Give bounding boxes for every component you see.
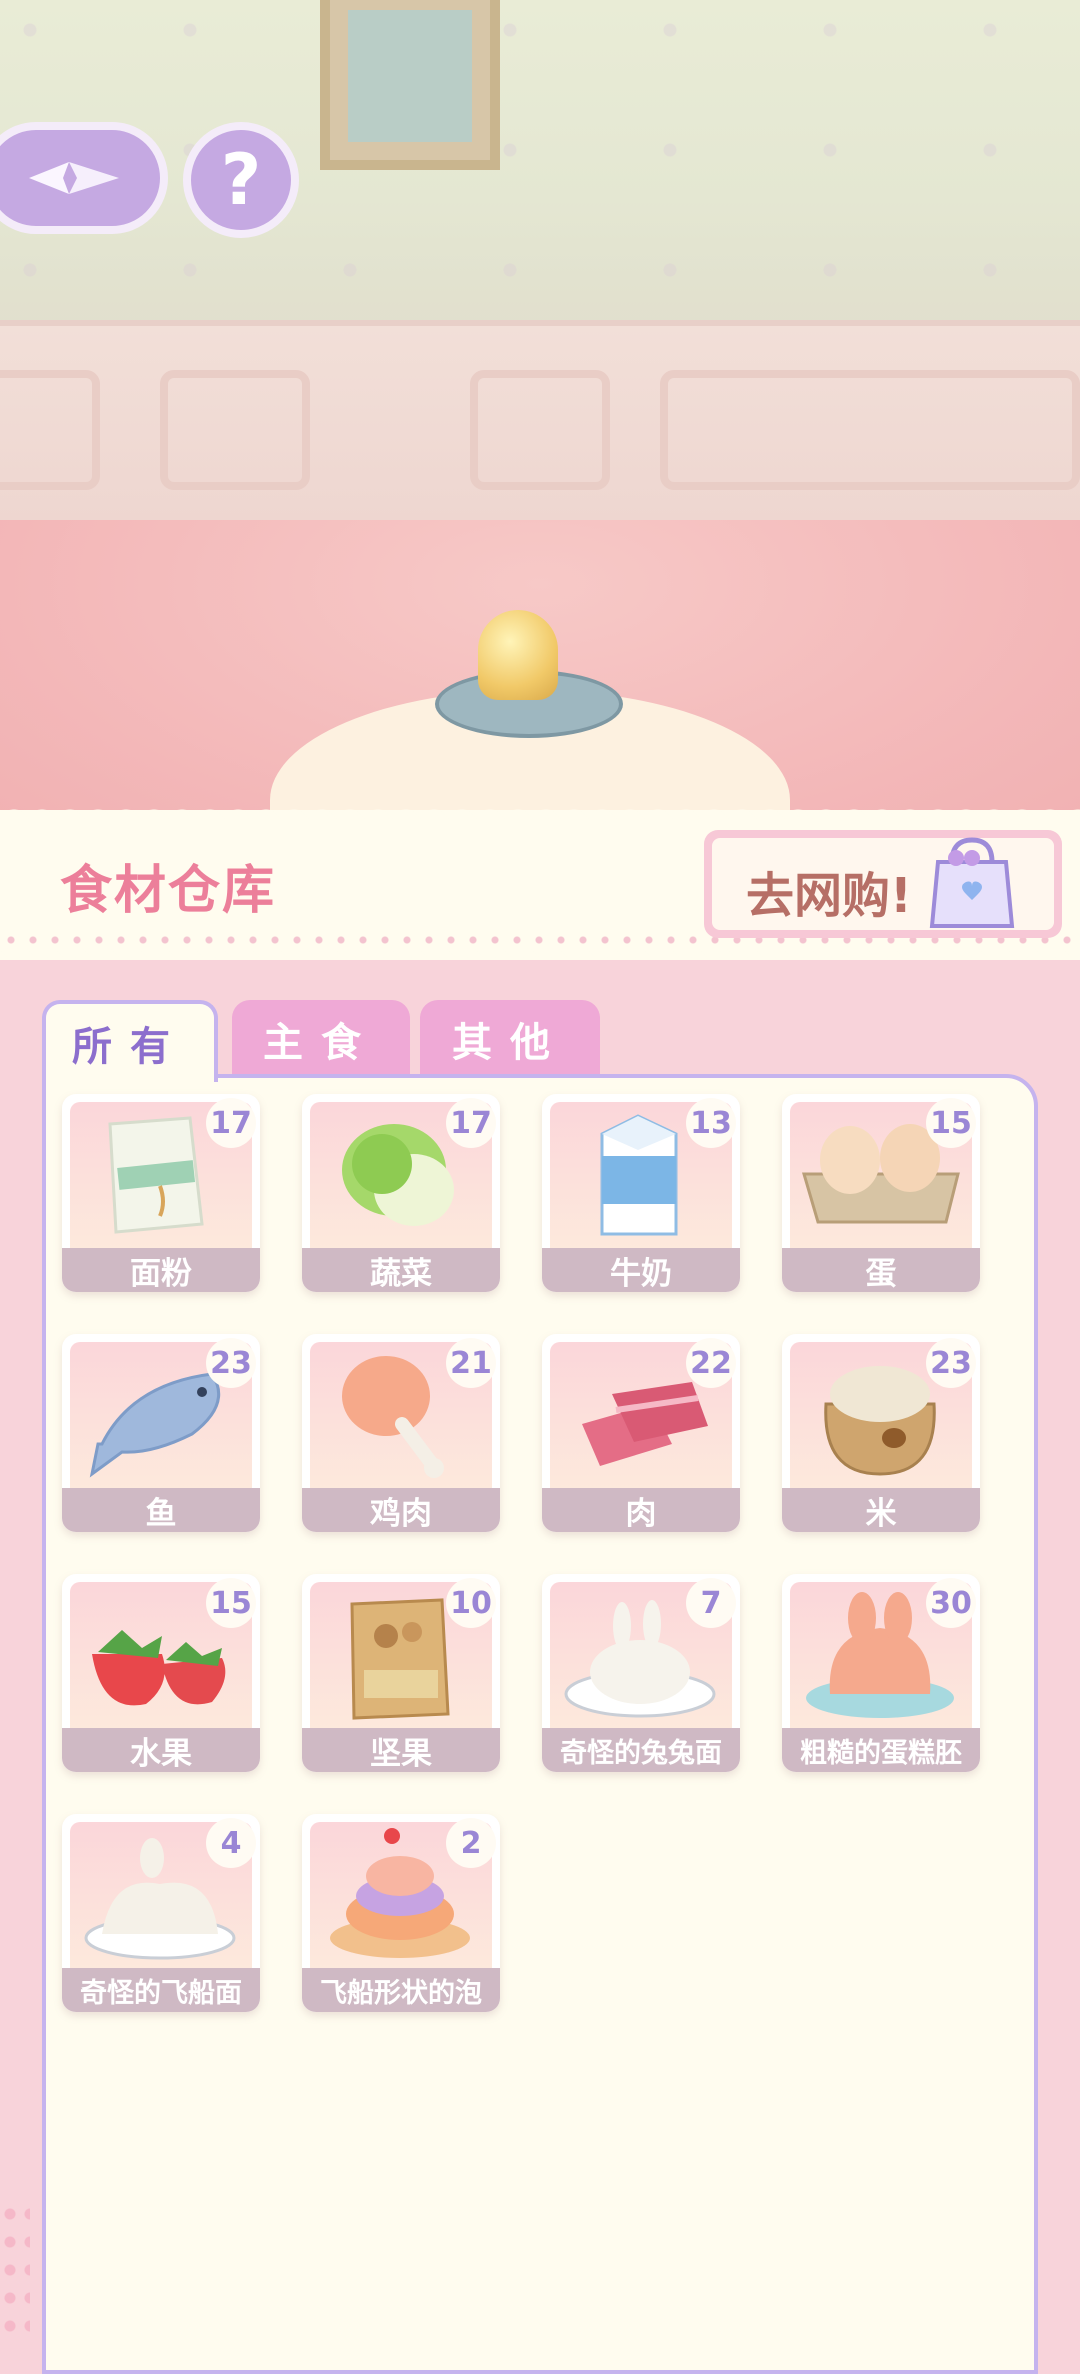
page-title: 食材仓库	[60, 861, 277, 921]
shop-button-label: 去网购!	[746, 868, 912, 924]
tab-all[interactable]: 所有	[42, 1000, 218, 1082]
wall-panel	[660, 370, 1080, 490]
item-count-badge: 15	[206, 1578, 256, 1628]
item-count-badge: 23	[926, 1338, 976, 1388]
shopping-bag-icon	[929, 837, 1015, 928]
ingredient-card[interactable]: 22 肉	[542, 1334, 740, 1532]
item-name: 坚果	[302, 1728, 500, 1772]
item-name: 面粉	[62, 1248, 260, 1292]
item-count-badge: 15	[926, 1098, 976, 1148]
ingredient-card[interactable]: 15 水果	[62, 1574, 260, 1772]
item-count-badge: 30	[926, 1578, 976, 1628]
ingredient-card[interactable]: 23 鱼	[62, 1334, 260, 1532]
item-count-badge: 4	[206, 1818, 256, 1868]
item-count-badge: 7	[686, 1578, 736, 1628]
item-count-badge: 13	[686, 1098, 736, 1148]
item-name: 鸡肉	[302, 1488, 500, 1532]
wall-panel	[0, 370, 100, 490]
direction-button[interactable]	[0, 122, 168, 234]
wall-panel	[470, 370, 610, 490]
header-scallop	[0, 796, 1080, 824]
background-scene	[0, 0, 1080, 830]
item-name: 米	[782, 1488, 980, 1532]
ingredient-card[interactable]: 7 奇怪的兔兔面	[542, 1574, 740, 1772]
tab-staple[interactable]: 主食	[232, 1000, 410, 1078]
wall-picture-frame	[320, 0, 500, 170]
ingredient-card[interactable]: 10 坚果	[302, 1574, 500, 1772]
question-mark-icon: ?	[220, 139, 262, 221]
ingredient-card[interactable]: 30 粗糙的蛋糕胚	[782, 1574, 980, 1772]
ingredient-card[interactable]: 21 鸡肉	[302, 1334, 500, 1532]
help-button[interactable]: ?	[183, 122, 299, 238]
ingredient-card[interactable]: 4 奇怪的飞船面	[62, 1814, 260, 2012]
item-name: 牛奶	[542, 1248, 740, 1292]
ingredient-card[interactable]: 23 米	[782, 1334, 980, 1532]
item-count-badge: 21	[446, 1338, 496, 1388]
compass-arrow-icon	[29, 162, 119, 194]
item-name: 奇怪的飞船面	[62, 1968, 260, 2012]
tab-other[interactable]: 其他	[420, 1000, 600, 1078]
header-scallop	[0, 944, 1080, 968]
item-count-badge: 22	[686, 1338, 736, 1388]
item-name: 肉	[542, 1488, 740, 1532]
ingredient-card[interactable]: 15 蛋	[782, 1094, 980, 1292]
item-name: 奇怪的兔兔面	[542, 1728, 740, 1772]
item-name: 飞船形状的泡	[302, 1968, 500, 2012]
item-name: 鱼	[62, 1488, 260, 1532]
item-name: 粗糙的蛋糕胚	[782, 1728, 980, 1772]
ingredient-card[interactable]: 17 面粉	[62, 1094, 260, 1292]
item-name: 蛋	[782, 1248, 980, 1292]
item-count-badge: 10	[446, 1578, 496, 1628]
item-count-badge: 2	[446, 1818, 496, 1868]
teapot-knob	[478, 610, 558, 700]
ingredient-grid-panel: 17 面粉 17 蔬菜 13 牛奶 15 蛋 23 鱼 21 鸡肉 22 肉 2…	[42, 1074, 1038, 2374]
ingredient-card[interactable]: 2 飞船形状的泡	[302, 1814, 500, 2012]
ingredient-card[interactable]: 13 牛奶	[542, 1094, 740, 1292]
ingredient-card[interactable]: 17 蔬菜	[302, 1094, 500, 1292]
side-decoration	[0, 2200, 30, 2340]
item-count-badge: 17	[206, 1098, 256, 1148]
item-count-badge: 17	[446, 1098, 496, 1148]
online-shop-button[interactable]: 去网购!	[704, 830, 1062, 938]
item-count-badge: 23	[206, 1338, 256, 1388]
item-name: 蔬菜	[302, 1248, 500, 1292]
wall-panel	[160, 370, 310, 490]
item-name: 水果	[62, 1728, 260, 1772]
